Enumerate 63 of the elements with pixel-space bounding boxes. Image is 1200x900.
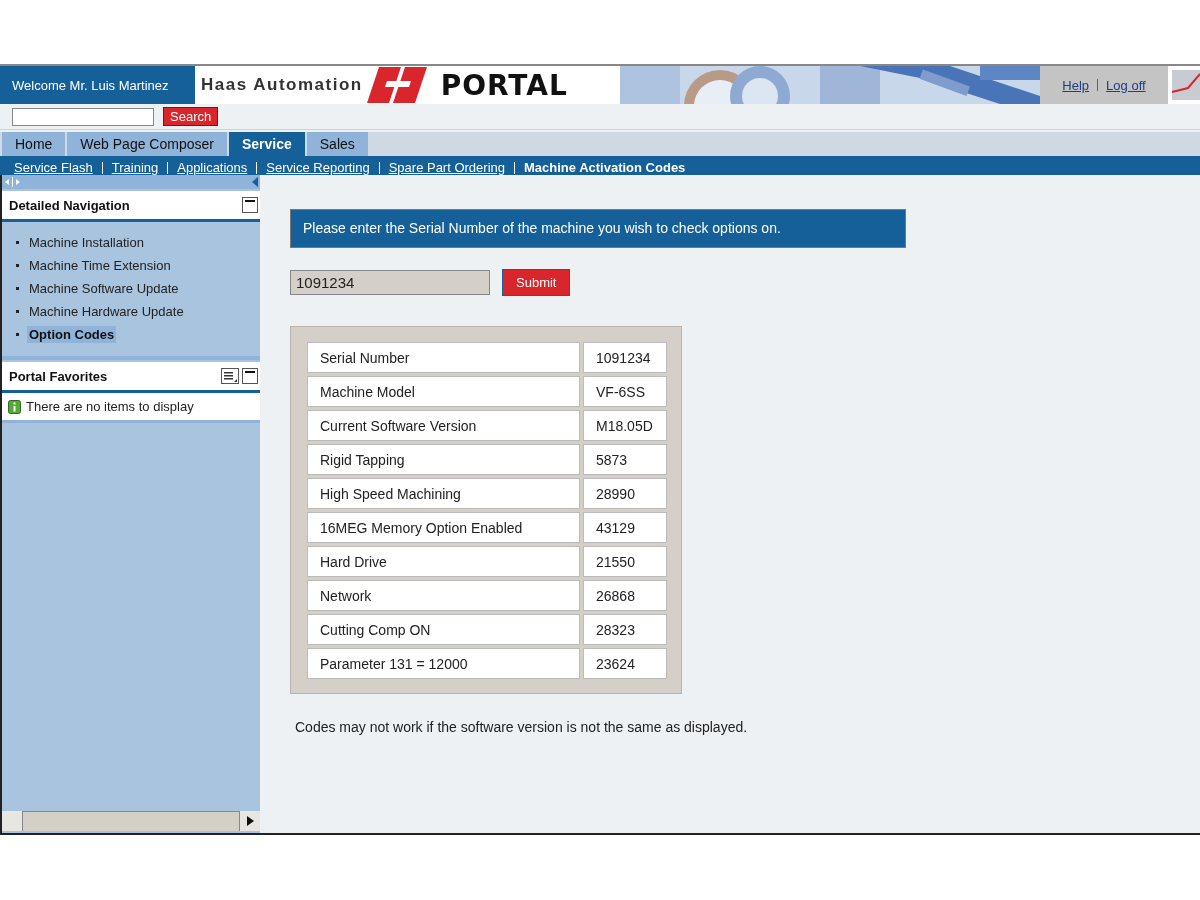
table-cell: Hard Drive — [307, 546, 580, 577]
nav-tab[interactable]: Home — [2, 132, 66, 156]
subnav-link[interactable]: Applications — [177, 160, 248, 175]
bullet-icon — [16, 287, 19, 290]
serial-number-field[interactable]: 1091234 — [290, 270, 490, 295]
header-link[interactable]: Log off — [1106, 77, 1146, 93]
subnav-link[interactable]: Service Flash — [14, 160, 93, 175]
navigation-item[interactable]: Machine Software Update — [27, 280, 181, 297]
table-cell: Current Software Version — [307, 410, 580, 441]
panel-title: Portal Favorites — [9, 368, 108, 384]
nav-tab[interactable]: Sales — [306, 132, 368, 156]
search-button[interactable]: Search — [163, 107, 219, 126]
navigation-item[interactable]: Machine Time Extension — [27, 257, 173, 274]
submit-button[interactable]: Submit — [502, 269, 571, 296]
portal-title: PORTAL — [440, 68, 568, 102]
table-cell: 23624 — [583, 648, 667, 679]
table-cell: Machine Model — [307, 376, 580, 407]
subnav-link[interactable]: Spare Part Ordering — [388, 160, 505, 175]
nav-tab[interactable]: Web Page Composer — [67, 132, 227, 156]
welcome-message: Welcome Mr. Luis Martinez — [0, 66, 195, 104]
bullet-icon — [16, 264, 19, 267]
bullet-icon — [16, 310, 19, 313]
subnav-link[interactable]: Machine Activation Codes — [524, 160, 686, 175]
table-cell: 28990 — [583, 478, 667, 509]
table-cell: High Speed Machining — [307, 478, 580, 509]
empty-message: There are no items to display — [26, 399, 194, 414]
navigation-item[interactable]: Machine Hardware Update — [27, 303, 186, 320]
minimize-icon[interactable] — [242, 368, 258, 384]
instruction-banner: Please enter the Serial Number of the machine you wish to check options on. — [290, 209, 906, 248]
table-cell: 1091234 — [583, 342, 667, 373]
table-cell: 26868 — [583, 580, 667, 611]
panel-title: Detailed Navigation — [9, 197, 130, 213]
bullet-icon — [16, 333, 19, 336]
table-cell: 16MEG Memory Option Enabled — [307, 512, 580, 543]
table-cell: VF-6SS — [583, 376, 667, 407]
table-cell: Parameter 131 = 12000 — [307, 648, 580, 679]
list-menu-icon[interactable] — [221, 368, 239, 384]
navigation-item[interactable]: Machine Installation — [27, 234, 146, 251]
logo-brand-text: Haas Automation — [201, 75, 363, 95]
bullet-icon — [16, 241, 19, 244]
minimize-icon[interactable] — [242, 197, 258, 213]
chart-icon[interactable] — [1168, 66, 1200, 104]
table-cell: 5873 — [583, 444, 667, 475]
scroll-right-arrow-icon[interactable] — [246, 816, 254, 826]
nav-tab[interactable]: Service — [228, 132, 305, 156]
scrollbar-thumb[interactable] — [22, 811, 240, 831]
header-link[interactable]: Help — [1062, 77, 1090, 93]
table-cell: M18.05D — [583, 410, 667, 441]
warning-note: Codes may not work if the software version is not the same as displayed. — [295, 719, 749, 735]
collapse-arrow-icon[interactable] — [252, 177, 258, 187]
table-cell: 21550 — [583, 546, 667, 577]
subnav-link[interactable]: Training — [111, 160, 159, 175]
table-cell: Cutting Comp ON — [307, 614, 580, 645]
table-cell: Rigid Tapping — [307, 444, 580, 475]
table-cell: Network — [307, 580, 580, 611]
info-icon — [8, 399, 21, 414]
table-cell: 28323 — [583, 614, 667, 645]
table-cell: 43129 — [583, 512, 667, 543]
navigation-item[interactable]: Option Codes — [27, 326, 117, 343]
search-field[interactable] — [12, 107, 154, 126]
subnav-link[interactable]: Service Reporting — [266, 160, 370, 175]
scroll-right-button[interactable] — [240, 811, 260, 831]
table-cell: Serial Number — [307, 342, 580, 373]
